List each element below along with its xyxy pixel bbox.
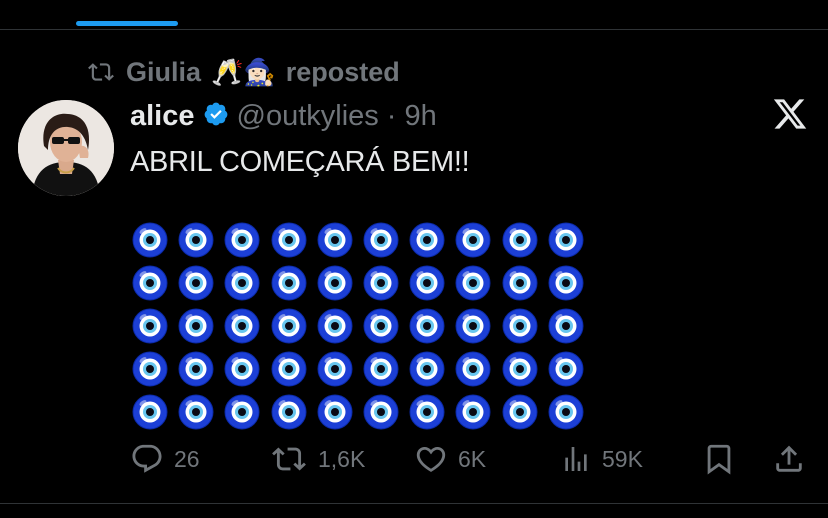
nazar-amulet-emoji (548, 222, 584, 258)
verified-badge-icon[interactable] (203, 101, 229, 132)
action-bar: 26 1,6K 6K 59K (0, 440, 828, 480)
nazar-amulet-emoji (132, 222, 168, 258)
views-button[interactable]: 59K (560, 442, 643, 476)
nazar-amulet-emoji (317, 394, 353, 430)
reply-button[interactable]: 26 (130, 442, 200, 476)
share-button[interactable] (772, 442, 806, 476)
nazar-amulet-emoji (317, 308, 353, 344)
active-tab-indicator (76, 21, 178, 26)
nazar-amulet-emoji (455, 351, 491, 387)
display-name[interactable]: alice (130, 100, 195, 133)
nazar-amulet-emoji (409, 351, 445, 387)
nazar-amulet-emoji (455, 394, 491, 430)
nazar-amulet-emoji (409, 308, 445, 344)
bookmark-icon (702, 442, 736, 476)
tweet-text: ABRIL COMEÇARÁ BEM!! (130, 146, 470, 178)
nazar-amulet-emoji (502, 222, 538, 258)
timestamp[interactable]: 9h (404, 100, 436, 133)
nazar-amulet-emoji (317, 265, 353, 301)
nazar-amulet-emoji (455, 222, 491, 258)
nazar-amulet-emoji (363, 351, 399, 387)
bookmark-button[interactable] (702, 442, 736, 476)
nazar-amulet-emoji (548, 265, 584, 301)
nazar-amulet-emoji (548, 308, 584, 344)
repost-context[interactable]: Giulia 🥂🧙🏻‍♀️ reposted (86, 56, 400, 88)
nazar-amulet-emoji (363, 394, 399, 430)
nazar-amulet-emoji (317, 351, 353, 387)
divider (0, 29, 828, 30)
nazar-amulet-emoji (271, 394, 307, 430)
nazar-amulet-emoji (363, 308, 399, 344)
nazar-amulet-emoji (271, 351, 307, 387)
nazar-amulet-emoji (271, 265, 307, 301)
nazar-amulet-emoji (409, 394, 445, 430)
reply-count: 26 (174, 445, 200, 472)
nazar-amulet-emoji (178, 308, 214, 344)
nazar-amulet-emoji (317, 222, 353, 258)
nazar-amulet-emoji (132, 265, 168, 301)
nazar-amulet-emoji (363, 265, 399, 301)
reply-icon (130, 442, 164, 476)
nazar-amulet-emoji (271, 222, 307, 258)
nazar-amulet-emoji (409, 265, 445, 301)
repost-user-emoji: 🥂🧙🏻‍♀️ (211, 57, 276, 87)
nazar-amulet-emoji (178, 351, 214, 387)
repost-label: reposted (285, 56, 400, 87)
nazar-amulet-emoji (502, 351, 538, 387)
tweet-header: alice @outkylies · 9h (130, 97, 437, 135)
nazar-amulet-emoji (455, 265, 491, 301)
nazar-amulet-emoji (132, 351, 168, 387)
nazar-amulet-emoji (224, 308, 260, 344)
repost-count: 1,6K (318, 445, 366, 472)
like-button[interactable]: 6K (414, 442, 486, 476)
like-count: 6K (458, 445, 487, 472)
like-icon (414, 442, 448, 476)
nazar-amulet-emoji (224, 351, 260, 387)
nazar-amulet-emoji (271, 308, 307, 344)
repost-icon (86, 59, 116, 85)
repost-user[interactable]: Giulia (126, 57, 201, 88)
nazar-amulet-emoji (178, 394, 214, 430)
nazar-amulet-emoji (502, 265, 538, 301)
nazar-amulet-emoji (132, 308, 168, 344)
nazar-amulet-emoji (132, 394, 168, 430)
x-logo-icon (772, 96, 808, 132)
share-icon (772, 442, 806, 476)
views-count: 59K (602, 445, 643, 472)
repost-icon (270, 442, 308, 476)
nazar-amulet-emoji (224, 265, 260, 301)
separator-dot: · (386, 99, 397, 132)
nazar-amulet-emoji (455, 308, 491, 344)
repost-button[interactable]: 1,6K (270, 442, 365, 476)
divider (0, 503, 828, 504)
avatar[interactable] (18, 100, 114, 196)
nazar-amulet-emoji (178, 265, 214, 301)
nazar-amulet-emoji (224, 394, 260, 430)
nazar-amulet-emoji (224, 222, 260, 258)
nazar-amulet-emoji (363, 222, 399, 258)
nazar-amulet-emoji (178, 222, 214, 258)
views-icon (560, 442, 592, 476)
nazar-amulet-emoji (502, 394, 538, 430)
nazar-amulet-emoji (409, 222, 445, 258)
nazar-amulet-emoji (548, 394, 584, 430)
nazar-amulet-emoji (502, 308, 538, 344)
nazar-amulet-emoji (548, 351, 584, 387)
handle[interactable]: @outkylies (237, 100, 379, 133)
